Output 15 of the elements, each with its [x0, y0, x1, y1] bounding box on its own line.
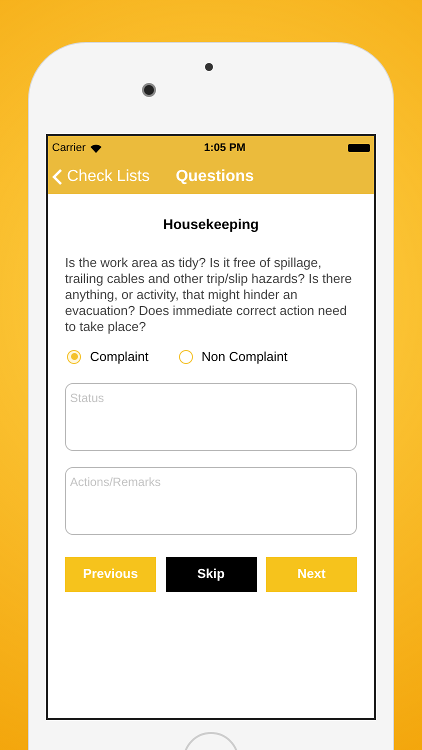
question-text: Is the work area as tidy? Is it free of spillage, trailing cables and other trip/slip hazards? Is there anything, or activity, that might hinder an evacuation? Does immediate correct action need to take place?	[65, 255, 353, 335]
text-field[interactable]: Actions/Remarks	[65, 466, 357, 534]
radio-option[interactable]: Complaint	[67, 347, 149, 366]
nav-button[interactable]: Skip	[166, 556, 256, 592]
speaker-icon	[205, 63, 213, 71]
text-field[interactable]: Status	[65, 382, 357, 450]
camera-icon	[142, 83, 156, 97]
status-time: 1:05 PM	[204, 140, 246, 156]
battery-icon	[348, 144, 370, 152]
chevron-left-icon	[52, 168, 63, 186]
question-title: Housekeeping	[162, 215, 260, 234]
nav-title: Questions	[176, 167, 254, 187]
wifi-icon	[90, 144, 102, 152]
carrier-label: Carrier	[52, 140, 86, 156]
radio-option[interactable]: Non Complaint	[178, 347, 288, 366]
